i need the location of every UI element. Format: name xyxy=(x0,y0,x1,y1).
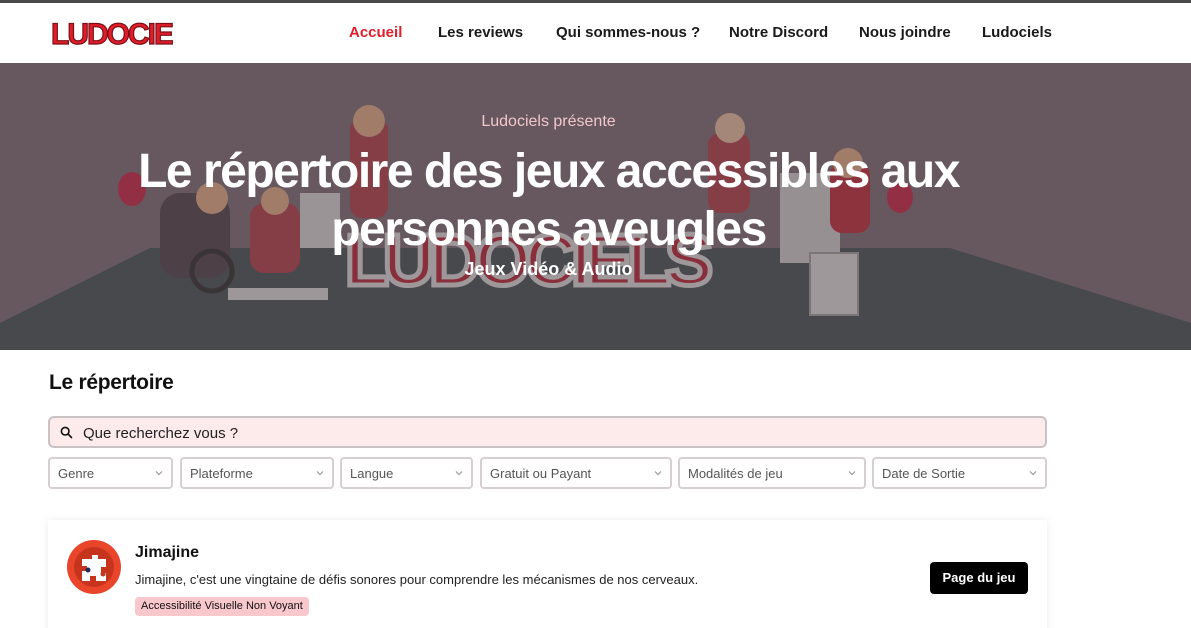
chevron-down-icon xyxy=(316,471,324,476)
game-thumbnail xyxy=(67,540,121,594)
filter-date[interactable]: Date de Sortie xyxy=(872,457,1047,489)
filter-plateforme-label: Plateforme xyxy=(190,466,253,481)
filter-plateforme[interactable]: Plateforme xyxy=(180,457,334,489)
chevron-down-icon xyxy=(1029,471,1037,476)
nav-reviews[interactable]: Les reviews xyxy=(438,24,523,41)
game-card: Jimajine Jimajine, c'est une vingtaine d… xyxy=(48,520,1047,628)
hero-title: Le répertoire des jeux accessibles aux p… xyxy=(138,145,960,256)
directory-title: Le répertoire xyxy=(49,371,174,394)
accessibility-tag: Accessibilité Visuelle Non Voyant xyxy=(135,597,309,616)
ludociels-logo[interactable]: LUDOCIELS xyxy=(49,14,210,52)
filter-genre-label: Genre xyxy=(58,466,95,481)
game-description: Jimajine, c'est une vingtaine de défis s… xyxy=(135,572,699,587)
search-icon xyxy=(60,426,73,439)
site-header: LUDOCIELS Accueil Les reviews Qui sommes… xyxy=(0,3,1191,63)
filter-prix[interactable]: Gratuit ou Payant xyxy=(480,457,672,489)
nav-accueil[interactable]: Accueil xyxy=(349,24,402,41)
hero-banner: LUDOCIELS Ludociels présente Le répertoi… xyxy=(0,63,1191,350)
filter-langue-label: Langue xyxy=(350,466,394,481)
nav-contact[interactable]: Nous joindre xyxy=(859,24,951,41)
game-title: Jimajine xyxy=(135,544,200,561)
search-bar xyxy=(48,416,1047,448)
chevron-down-icon xyxy=(848,471,856,476)
filter-date-label: Date de Sortie xyxy=(882,466,966,481)
game-page-button[interactable]: Page du jeu xyxy=(930,562,1028,594)
hero-pretitle: Ludociels présente xyxy=(481,113,616,130)
chevron-down-icon xyxy=(455,471,463,476)
chevron-down-icon xyxy=(155,471,163,476)
hero-subtitle: Jeux Vidéo & Audio xyxy=(464,259,633,279)
nav-about[interactable]: Qui sommes-nous ? xyxy=(556,24,700,41)
chevron-down-icon xyxy=(654,471,662,476)
filter-prix-label: Gratuit ou Payant xyxy=(490,466,592,481)
filter-modalites-label: Modalités de jeu xyxy=(688,466,783,481)
filter-genre[interactable]: Genre xyxy=(48,457,173,489)
filter-modalites[interactable]: Modalités de jeu xyxy=(678,457,866,489)
nav-ludociels[interactable]: Ludociels xyxy=(982,24,1052,41)
nav-discord[interactable]: Notre Discord xyxy=(729,24,828,41)
filter-langue[interactable]: Langue xyxy=(340,457,473,489)
search-input[interactable] xyxy=(83,422,1023,444)
svg-text:LUDOCIELS: LUDOCIELS xyxy=(51,18,173,51)
